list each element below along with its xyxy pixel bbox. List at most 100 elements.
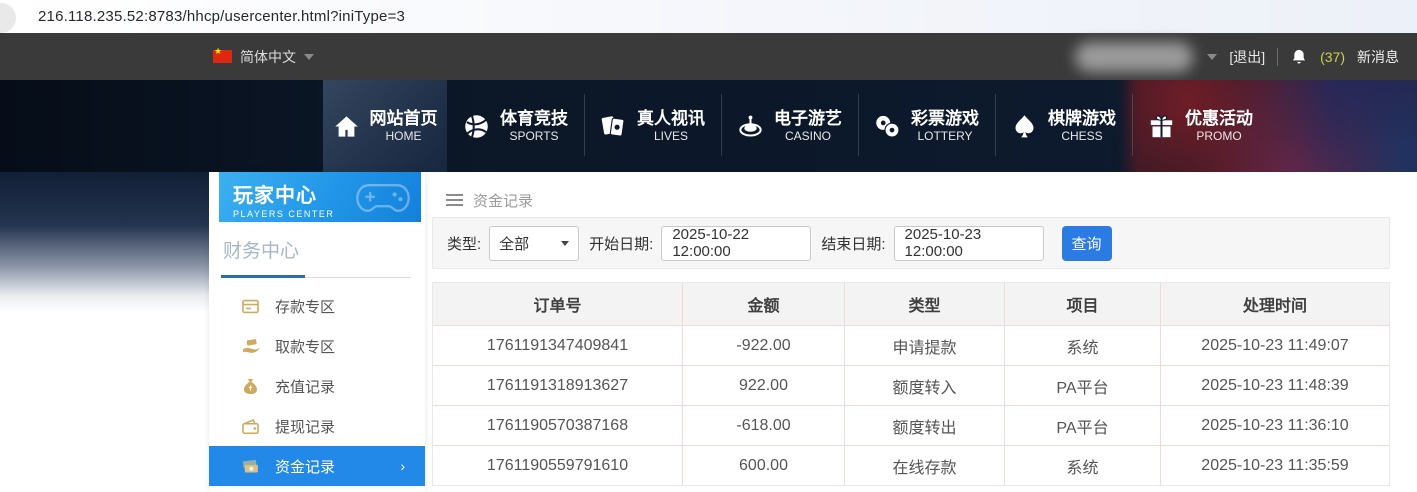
start-date-input[interactable]: 2025-10-22 12:00:00 <box>661 225 812 261</box>
bell-icon[interactable] <box>1290 48 1308 66</box>
type-select-value: 全部 <box>499 235 530 253</box>
nav-label-en: LIVES <box>653 129 689 144</box>
hero-fade <box>0 172 209 312</box>
end-date-label: 结束日期: <box>821 235 886 253</box>
chevron-right-icon: › <box>400 458 405 474</box>
nav-label-cn: 电子游艺 <box>774 108 842 128</box>
breadcrumb-label: 资金记录 <box>473 193 534 210</box>
gamepad-icon <box>355 180 411 216</box>
nav-item-lives[interactable]: 真人视讯 LIVES <box>584 80 721 172</box>
sidebar-menu: 存款专区取款专区充值记录提现记录资金记录 › 彩票下注明细 <box>209 286 425 492</box>
hamburger-icon[interactable] <box>446 194 463 207</box>
filter-bar: 类型: 全部 开始日期: 2025-10-22 12:00:00 结束日期: 2… <box>432 217 1390 269</box>
funds-icon <box>241 457 260 476</box>
sidebar-item-bet-detail[interactable]: 彩票下注明细 <box>209 486 425 492</box>
logout-link[interactable]: [退出] <box>1229 47 1265 67</box>
wallet-icon <box>241 417 260 436</box>
sidebar-item-label: 提现记录 <box>275 418 336 436</box>
table-cell: 额度转出 <box>844 405 1004 445</box>
username-blurred[interactable] <box>1075 41 1194 72</box>
nav-label-en: LOTTERY <box>917 129 973 144</box>
nav-label-cn: 棋牌游戏 <box>1048 108 1116 128</box>
table-cell: 600.00 <box>682 445 844 485</box>
nav-item-text: 真人视讯 LIVES <box>637 108 705 144</box>
column-header: 金额 <box>682 283 844 325</box>
nav-label-en: SPORTS <box>509 129 559 144</box>
china-flag-icon <box>213 46 232 63</box>
sidebar: 玩家中心 PLAYERS CENTER 财务中心 存款专区取款专区充值记录提现记… <box>209 172 425 492</box>
end-date-input[interactable]: 2025-10-23 12:00:00 <box>893 225 1044 261</box>
nav-label-en: CHESS <box>1061 129 1103 144</box>
nav-item-chess[interactable]: 棋牌游戏 CHESS <box>995 80 1132 172</box>
table-cell: 2025-10-23 11:36:10 <box>1160 405 1389 445</box>
nav-item-text: 优惠活动 PROMO <box>1185 108 1253 144</box>
browser-tab-circle <box>0 3 16 33</box>
nav-item-home[interactable]: 网站首页 HOME <box>323 80 447 172</box>
table-row[interactable]: 1761191318913627 922.00 额度转入 PA平台 2025-10-23… <box>433 365 1389 405</box>
sidebar-item-wallet[interactable]: 提现记录 <box>209 406 425 446</box>
deposit-card-icon <box>241 297 260 316</box>
table-row[interactable]: 1761190559791610 600.00 在线存款 系统 2025-10-23 1… <box>433 445 1389 485</box>
type-select[interactable]: 全部 <box>489 225 580 261</box>
nav-label-en: HOME <box>385 129 422 144</box>
sidebar-item-label: 存款专区 <box>275 298 336 316</box>
main-nav: 网站首页 HOME 体育竞技 SPORTS 真人视讯 LIVES 电子游艺 CASINO 彩票游… <box>323 80 1269 172</box>
main-content: 资金记录 类型: 全部 开始日期: 2025-10-22 12:00:00 结束… <box>432 172 1390 492</box>
nav-label-cn: 网站首页 <box>369 108 438 128</box>
divider <box>1277 47 1279 66</box>
lottery-balls-icon <box>874 113 901 140</box>
sports-ball-icon <box>463 113 490 140</box>
table-cell: 1761190559791610 <box>433 445 682 485</box>
sidebar-item-deposit-card[interactable]: 存款专区 <box>209 286 425 326</box>
nav-label-cn: 真人视讯 <box>637 108 705 128</box>
chevron-down-icon[interactable] <box>1207 53 1218 60</box>
message-count[interactable]: (37) <box>1320 49 1345 65</box>
table-cell: -922.00 <box>682 325 844 365</box>
nav-item-casino[interactable]: 电子游艺 CASINO <box>721 80 858 172</box>
gift-icon <box>1148 113 1175 140</box>
nav-item-sports[interactable]: 体育竞技 SPORTS <box>447 80 584 172</box>
language-selector[interactable]: 简体中文 <box>213 33 314 80</box>
nav-label-cn: 体育竞技 <box>500 108 568 128</box>
account-group: [退出] (37) 新消息 <box>1075 33 1399 80</box>
language-label: 简体中文 <box>240 48 296 65</box>
table-row[interactable]: 1761191347409841 -922.00 申请提款 系统 2025-10-23 … <box>433 325 1389 365</box>
nav-label-cn: 彩票游戏 <box>911 108 979 128</box>
page: 216.118.235.52:8783/hhcp/usercenter.html… <box>0 0 1417 492</box>
column-header: 项目 <box>1004 283 1160 325</box>
page-url: 216.118.235.52:8783/hhcp/usercenter.html… <box>38 8 406 25</box>
column-header: 处理时间 <box>1160 283 1389 325</box>
sidebar-item-moneybag[interactable]: 充值记录 <box>209 366 425 406</box>
table-cell: 1761191318913627 <box>433 365 682 405</box>
column-header: 类型 <box>844 283 1004 325</box>
nav-item-lottery[interactable]: 彩票游戏 LOTTERY <box>858 80 995 172</box>
query-button[interactable]: 查询 <box>1061 225 1112 261</box>
table-cell: 922.00 <box>682 365 844 405</box>
nav-band: 网站首页 HOME 体育竞技 SPORTS 真人视讯 LIVES 电子游艺 CASINO 彩票游… <box>0 80 1417 172</box>
start-date-label: 开始日期: <box>589 235 654 253</box>
sidebar-item-withdraw-hand[interactable]: 取款专区 <box>209 326 425 366</box>
finance-section-label: 财务中心 <box>223 241 300 262</box>
nav-item-promo[interactable]: 优惠活动 PROMO <box>1132 80 1269 172</box>
sidebar-item-label: 取款专区 <box>275 338 336 356</box>
nav-label-en: PROMO <box>1196 129 1242 144</box>
breadcrumb: 资金记录 <box>432 172 1390 212</box>
chevron-down-icon <box>304 53 314 60</box>
table-cell: 系统 <box>1004 445 1160 485</box>
table-cell: -618.00 <box>682 405 844 445</box>
table-cell: 额度转入 <box>844 365 1004 405</box>
moneybag-icon <box>241 377 260 396</box>
browser-address-bar[interactable]: 216.118.235.52:8783/hhcp/usercenter.html… <box>0 0 1417 33</box>
table-row[interactable]: 1761190570387168 -618.00 额度转出 PA平台 2025-10-2… <box>433 405 1389 445</box>
account-bar: 简体中文 [退出] (37) 新消息 <box>0 33 1417 80</box>
players-center-header[interactable]: 玩家中心 PLAYERS CENTER <box>219 172 421 222</box>
table-cell: 2025-10-23 11:48:39 <box>1160 365 1389 405</box>
finance-section: 财务中心 <box>221 236 411 278</box>
sidebar-item-funds[interactable]: 资金记录 › <box>209 446 425 486</box>
nav-item-text: 网站首页 HOME <box>370 108 438 144</box>
chevron-down-icon <box>561 240 570 246</box>
message-label[interactable]: 新消息 <box>1357 47 1399 67</box>
nav-label-cn: 优惠活动 <box>1185 108 1253 128</box>
table-cell: 1761191347409841 <box>433 325 682 365</box>
start-date-value: 2025-10-22 12:00:00 <box>672 226 750 260</box>
